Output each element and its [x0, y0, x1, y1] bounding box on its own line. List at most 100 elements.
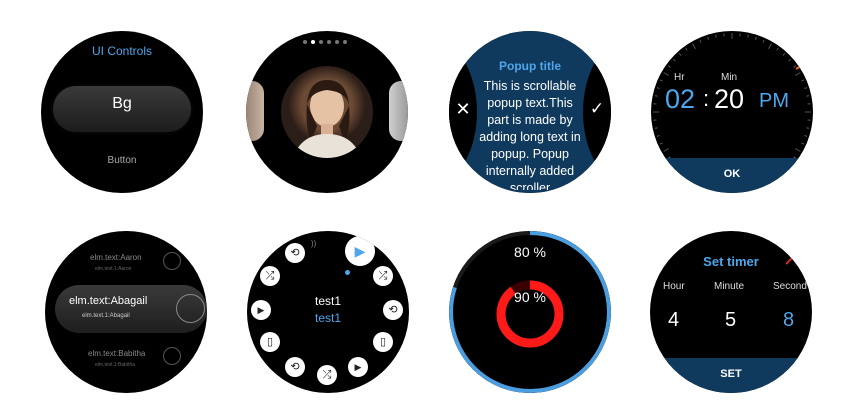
- menu-subtitle: test1: [314, 311, 341, 325]
- bezel-tick: [747, 34, 749, 38]
- watch-set-timer: Set timer Hour Minute Second 4 5 8 SET: [650, 231, 812, 393]
- page-dot: [335, 40, 339, 44]
- watch-popup: ✕ ✓ Popup title This is scrollable popup…: [449, 31, 611, 193]
- bezel-tick: [654, 95, 658, 97]
- repeat-icon[interactable]: ⟲: [285, 357, 305, 377]
- bezel-tick: [801, 142, 805, 145]
- minute-value[interactable]: 20: [714, 84, 744, 115]
- repeat-icon[interactable]: ⟲: [285, 243, 305, 263]
- list-item[interactable]: elm.text:Babitha elm.text.1:Babitha: [45, 343, 207, 379]
- ampm-value[interactable]: PM: [759, 90, 789, 113]
- page-dot-active: [311, 40, 315, 44]
- minute-value[interactable]: 5: [725, 309, 736, 332]
- radio-button[interactable]: [163, 347, 181, 365]
- watch-progress: 80 % 90 %: [449, 231, 611, 393]
- bezel-tick: [715, 34, 717, 38]
- button-label[interactable]: Button: [41, 155, 203, 166]
- bezel-tick: [667, 65, 671, 68]
- bezel-tick: [782, 52, 786, 56]
- list-item-title: elm.text:Babitha: [88, 349, 146, 358]
- bezel-tick: [804, 87, 808, 89]
- timer-title: Set timer: [703, 254, 759, 269]
- shuffle-icon[interactable]: ⤮: [260, 266, 280, 286]
- bezel-tick: [768, 43, 772, 50]
- bezel-tick: [685, 47, 688, 51]
- watch-ui-controls: UI Controls Bg Button: [41, 31, 203, 193]
- bezel-tick: [659, 142, 663, 145]
- minute-hand-indicator: [795, 62, 807, 70]
- bezel-tick: [678, 52, 682, 56]
- watch-radial-menu: ⟲ )) ▶ ⤮ ⤮ ▶ ⟲ ▯ ▯ ⟲ ⤮ ▶ test1 test1: [247, 231, 409, 393]
- page-dot: [319, 40, 323, 44]
- bezel-tick: [656, 135, 660, 137]
- time-separator: :: [703, 86, 710, 111]
- portrait-art: [293, 80, 361, 158]
- bezel-tick: [659, 79, 663, 82]
- list-item-focused[interactable]: elm.text:Abagail elm.text.1:Abagail: [55, 285, 207, 333]
- radio-button[interactable]: [176, 294, 205, 323]
- portrait-photo[interactable]: [281, 66, 373, 158]
- hour-value[interactable]: 4: [668, 309, 679, 332]
- check-icon[interactable]: ✓: [587, 99, 607, 119]
- list-item-subtitle: elm.text.1:Aaron: [95, 266, 132, 272]
- menu-title: test1: [314, 294, 341, 308]
- wifi-icon: )): [311, 239, 317, 248]
- shuffle-icon[interactable]: ⤮: [317, 365, 337, 385]
- inner-progress-label: 90 %: [514, 289, 546, 305]
- play-icon-selected[interactable]: ▶: [345, 236, 375, 266]
- bezel-tick: [707, 36, 709, 40]
- bezel-tick: [806, 127, 810, 129]
- second-label: Second: [773, 281, 807, 292]
- selection-dot: [345, 270, 350, 275]
- watch-genlist: elm.text:Aaron elm.text.1:Aaron elm.text…: [45, 231, 207, 393]
- list-item-subtitle: elm.text.1:Babitha: [95, 362, 136, 368]
- bezel-tick: [654, 127, 658, 129]
- hour-value[interactable]: 02: [665, 84, 695, 115]
- list-item-title: elm.text:Abagail: [69, 295, 148, 307]
- outer-progress-label: 80 %: [514, 244, 546, 260]
- bezel-tick: [804, 135, 808, 137]
- set-label: SET: [720, 368, 742, 380]
- second-value[interactable]: 8: [783, 309, 794, 332]
- close-icon[interactable]: ✕: [453, 99, 473, 119]
- min-label: Min: [721, 72, 738, 83]
- phone-icon[interactable]: ▯: [260, 332, 280, 352]
- list-item-subtitle: elm.text.1:Abagail: [82, 313, 130, 319]
- play-icon[interactable]: ▶: [348, 357, 368, 377]
- bezel-tick: [793, 65, 797, 68]
- bezel-tick: [692, 43, 696, 50]
- bezel-tick: [663, 148, 670, 152]
- bezel-tick: [663, 72, 670, 76]
- bezel-tick: [656, 87, 660, 89]
- shuffle-icon[interactable]: ⤮: [373, 266, 393, 286]
- hour-label: Hour: [663, 281, 685, 292]
- watch-image-carousel: [246, 31, 408, 193]
- page-dot: [303, 40, 307, 44]
- bezel-tick: [788, 58, 792, 62]
- page-dot: [343, 40, 347, 44]
- bezel-tick: [699, 39, 702, 43]
- page-dot: [327, 40, 331, 44]
- popup-text: This is scrollable popup text.This part …: [479, 79, 581, 190]
- radio-button[interactable]: [163, 252, 181, 270]
- bezel-tick: [755, 36, 757, 40]
- bezel-tick: [806, 95, 810, 97]
- bezel-tick: [794, 72, 801, 76]
- bg-label: Bg: [112, 95, 132, 112]
- prev-image-thumbnail[interactable]: [246, 81, 264, 141]
- bezel-tick: [794, 148, 801, 152]
- popup-title: Popup title: [499, 59, 561, 73]
- list-item[interactable]: elm.text:Aaron elm.text.1:Aaron: [45, 247, 207, 283]
- ui-controls-title: UI Controls: [91, 44, 153, 58]
- page-indicator: [303, 40, 347, 44]
- ok-label: OK: [723, 168, 741, 180]
- phone-icon[interactable]: ▯: [373, 332, 393, 352]
- bezel-tick: [672, 58, 676, 62]
- bezel-tick: [801, 79, 805, 82]
- bezel-tick: [762, 39, 765, 43]
- hr-label: Hr: [674, 72, 685, 83]
- next-image-thumbnail[interactable]: [389, 81, 408, 141]
- list-item-title: elm.text:Aaron: [90, 253, 142, 262]
- minute-label: Minute: [714, 281, 745, 292]
- bezel-tick: [776, 47, 779, 51]
